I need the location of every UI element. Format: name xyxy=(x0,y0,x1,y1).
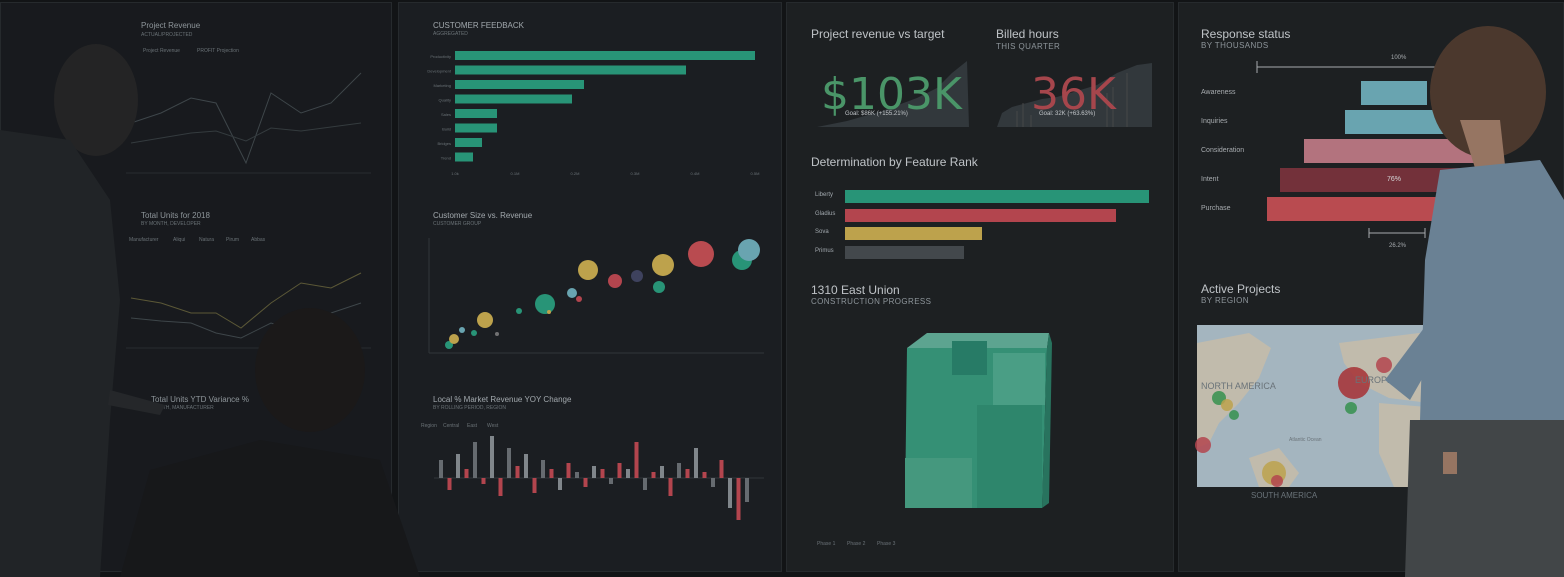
market-bar xyxy=(643,478,647,490)
construction-3d-model xyxy=(905,333,1052,508)
market-bar xyxy=(507,448,511,478)
market-bar xyxy=(558,478,562,490)
variance-bars xyxy=(156,459,372,528)
market-bar xyxy=(651,472,656,478)
variance-subtitle: MONTH, MANUFACTURER xyxy=(151,405,214,411)
market-bar xyxy=(583,478,588,487)
market-bar xyxy=(626,469,630,478)
market-bar xyxy=(660,466,664,478)
total-units-legend-1: Aliqui xyxy=(173,237,186,243)
dashboard-screen-2: CUSTOMER FEEDBACK AGGREGATED Productivit… xyxy=(398,2,782,572)
market-revenue-bar-chart xyxy=(434,436,764,520)
active-projects-map xyxy=(1195,325,1497,487)
market-bar xyxy=(524,454,528,478)
market-bar xyxy=(677,463,681,478)
market-bar xyxy=(694,448,698,478)
market-bar xyxy=(447,478,452,490)
market-bar xyxy=(685,469,690,478)
total-units-legend-3: Pirum xyxy=(226,237,240,243)
market-bar xyxy=(592,466,596,478)
market-bar xyxy=(473,442,477,478)
map-label-south-america: SOUTH AMERICA xyxy=(1251,491,1318,500)
market-bar xyxy=(736,478,741,520)
market-bar xyxy=(515,466,520,478)
map-label-north-america: NORTH AMERICA xyxy=(1201,381,1276,391)
dashboard-screen-4: Response status BY THOUSANDS 100% 26.2% … xyxy=(1178,2,1564,572)
total-units-legend-0: Manufacturer xyxy=(129,237,159,243)
market-bar xyxy=(745,478,749,502)
market-bar xyxy=(719,460,724,478)
market-bar xyxy=(617,463,622,478)
market-bar xyxy=(549,469,554,478)
map-label-europe: EUROPE xyxy=(1355,375,1394,385)
market-bar xyxy=(456,454,460,478)
market-bar xyxy=(498,478,503,496)
market-bar xyxy=(728,478,732,508)
total-units-title: Total Units for 2018 xyxy=(141,211,210,220)
market-bar xyxy=(668,478,673,496)
market-bar xyxy=(609,478,613,484)
dashboard-screen-1: Project Revenue ACTUAL/PROJECTED Project… xyxy=(0,2,392,572)
market-bar xyxy=(566,463,571,478)
market-bar xyxy=(439,460,443,478)
market-bar xyxy=(600,469,605,478)
total-units-subtitle: BY MONTH, DEVELOPER xyxy=(141,221,201,227)
market-bar xyxy=(481,478,486,484)
construction-legend-3: Phase 3 xyxy=(877,541,896,547)
total-units-legend-2: Natura xyxy=(199,237,215,243)
construction-legend-1: Phase 1 xyxy=(817,541,836,547)
revenue-line-chart xyxy=(126,72,372,528)
market-bar xyxy=(634,442,639,478)
variance-title: Total Units YTD Variance % xyxy=(151,395,249,404)
total-units-legend-4: Abbas xyxy=(251,237,266,243)
construction-legend-2: Phase 2 xyxy=(847,541,866,547)
map-label-atlantic: Atlantic Ocean xyxy=(1289,437,1322,443)
market-bar xyxy=(490,436,494,478)
market-bar xyxy=(464,469,469,478)
market-bar xyxy=(575,472,579,478)
market-bar xyxy=(711,478,715,487)
market-bar xyxy=(532,478,537,493)
map-label-africa: AFRICA xyxy=(1433,463,1470,474)
market-bar xyxy=(541,460,545,478)
dashboard-screen-3: Project revenue vs target $103K Goal: $8… xyxy=(786,2,1174,572)
market-bar xyxy=(702,472,707,478)
